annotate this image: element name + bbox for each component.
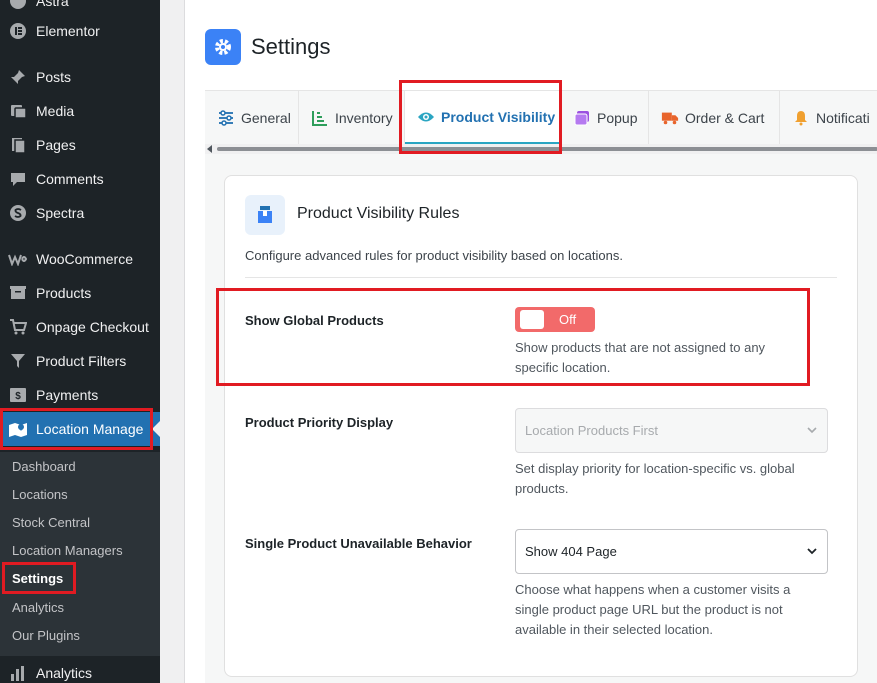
- tab-popup[interactable]: Popup: [561, 91, 649, 145]
- payments-icon: $: [8, 385, 28, 405]
- truck-icon: [661, 109, 679, 127]
- sidebar-item-analytics[interactable]: Analytics: [0, 656, 160, 683]
- tab-label: Inventory: [335, 110, 393, 126]
- select-value: Show 404 Page: [525, 544, 617, 559]
- cart-icon: [8, 317, 28, 337]
- tab-inventory[interactable]: Inventory: [299, 91, 405, 145]
- sidebar-item-media[interactable]: Media: [0, 94, 160, 128]
- woocommerce-icon: [8, 249, 28, 269]
- media-icon: [8, 101, 28, 121]
- sidebar-item-label: WooCommerce: [36, 251, 133, 267]
- sidebar-item-posts[interactable]: Posts: [0, 60, 160, 94]
- sidebar-item-label: Products: [36, 285, 92, 301]
- visibility-rules-card: Product Visibility Rules Configure advan…: [224, 175, 858, 677]
- box-icon: [245, 195, 285, 235]
- scrollbar-thumb[interactable]: [217, 147, 877, 151]
- sidebar-item-location-manage[interactable]: Location Manage: [0, 412, 160, 446]
- astra-icon: [8, 0, 28, 11]
- sidebar-item-label: Posts: [36, 69, 72, 85]
- submenu-locations[interactable]: Locations: [12, 485, 68, 505]
- sidebar-item-pages[interactable]: Pages: [0, 128, 160, 162]
- chevron-down-icon: [807, 548, 817, 555]
- pin-icon: [8, 67, 28, 87]
- filter-icon: [8, 351, 28, 371]
- unavailable-behavior-help: Choose what happens when a customer visi…: [515, 582, 791, 637]
- submenu-location-managers[interactable]: Location Managers: [12, 541, 123, 561]
- sidebar-item-label: Elementor: [36, 23, 100, 39]
- divider: [245, 277, 837, 278]
- eye-icon: [417, 108, 435, 126]
- location-manage-submenu: Dashboard Locations Stock Central Locati…: [0, 452, 160, 656]
- pages-icon: [8, 135, 28, 155]
- tab-label: Product Visibility: [441, 108, 556, 125]
- sidebar-item-label: Comments: [36, 171, 104, 187]
- sidebar-item-label: Astra: [36, 0, 69, 9]
- sliders-icon: [217, 109, 235, 127]
- toggle-knob: [520, 310, 544, 329]
- sidebar-item-elementor[interactable]: Elementor: [0, 14, 160, 48]
- bell-icon: [792, 109, 810, 127]
- gear-icon: [205, 29, 241, 65]
- products-icon: [8, 283, 28, 303]
- submenu-dashboard[interactable]: Dashboard: [12, 457, 76, 477]
- popup-icon: [573, 109, 591, 127]
- sidebar-item-label: Location Manage: [36, 421, 144, 437]
- page-title: Settings: [251, 34, 331, 59]
- sidebar-item-label: Analytics: [36, 665, 93, 681]
- tab-label: General: [241, 110, 291, 126]
- card-description: Configure advanced rules for product vis…: [245, 248, 623, 263]
- card-title: Product Visibility Rules: [297, 205, 460, 222]
- chart-icon: [311, 109, 329, 127]
- sidebar-item-spectra[interactable]: Spectra: [0, 196, 160, 230]
- show-global-products-label: Show Global Products: [245, 313, 384, 328]
- sidebar-item-label: Pages: [36, 137, 76, 153]
- show-global-products-help: Show products that are not assigned to a…: [515, 340, 766, 375]
- tab-label: Order & Cart: [685, 110, 765, 126]
- analytics-icon: [8, 663, 28, 683]
- svg-text:$: $: [15, 391, 21, 402]
- tab-notifications[interactable]: Notificati: [780, 91, 877, 145]
- sidebar-item-payments[interactable]: $ Payments: [0, 378, 160, 412]
- sidebar-item-label: Media: [36, 103, 75, 119]
- sidebar-item-label: Product Filters: [36, 353, 127, 369]
- tab-product-visibility[interactable]: Product Visibility: [405, 91, 561, 145]
- tabs-scrollbar[interactable]: [205, 144, 877, 154]
- submenu-analytics[interactable]: Analytics: [12, 598, 64, 618]
- sidebar-item-onpage-checkout[interactable]: Onpage Checkout: [0, 310, 160, 344]
- sidebar-item-label: Onpage Checkout: [36, 319, 149, 335]
- elementor-icon: [8, 21, 28, 41]
- submenu-settings[interactable]: Settings: [12, 569, 63, 589]
- sidebar-item-products[interactable]: Products: [0, 276, 160, 310]
- sidebar-item-label: Spectra: [36, 205, 85, 221]
- tab-general[interactable]: General: [205, 91, 299, 145]
- sidebar-item-comments[interactable]: Comments: [0, 162, 160, 196]
- product-priority-help: Set display priority for location-specif…: [515, 461, 795, 496]
- toggle-state: Off: [559, 312, 577, 327]
- admin-sidebar: Astra Elementor Posts Media Pages Commen…: [0, 0, 160, 683]
- unavailable-behavior-select[interactable]: Show 404 Page: [515, 529, 828, 574]
- tab-label: Notificati: [816, 110, 870, 126]
- tab-label: Popup: [597, 110, 638, 126]
- product-priority-select[interactable]: Location Products First: [515, 408, 828, 453]
- submenu-our-plugins[interactable]: Our Plugins: [12, 626, 80, 646]
- submenu-stock-central[interactable]: Stock Central: [12, 513, 90, 533]
- sidebar-item-woocommerce[interactable]: WooCommerce: [0, 242, 160, 276]
- chevron-down-icon: [807, 427, 817, 434]
- show-global-products-toggle[interactable]: Off: [515, 307, 595, 332]
- tab-order-cart[interactable]: Order & Cart: [649, 91, 780, 145]
- settings-tabs: General Inventory Product Visibility Pop…: [205, 90, 877, 145]
- sidebar-item-label: Payments: [36, 387, 99, 403]
- active-indicator: [152, 421, 160, 437]
- map-icon: [8, 419, 28, 439]
- scroll-left-arrow-icon[interactable]: [207, 145, 212, 153]
- sidebar-item-product-filters[interactable]: Product Filters: [0, 344, 160, 378]
- product-priority-label: Product Priority Display: [245, 415, 394, 430]
- unavailable-behavior-label: Single Product Unavailable Behavior: [245, 536, 472, 551]
- select-value: Location Products First: [525, 423, 658, 438]
- spectra-icon: [8, 203, 28, 223]
- comment-icon: [8, 169, 28, 189]
